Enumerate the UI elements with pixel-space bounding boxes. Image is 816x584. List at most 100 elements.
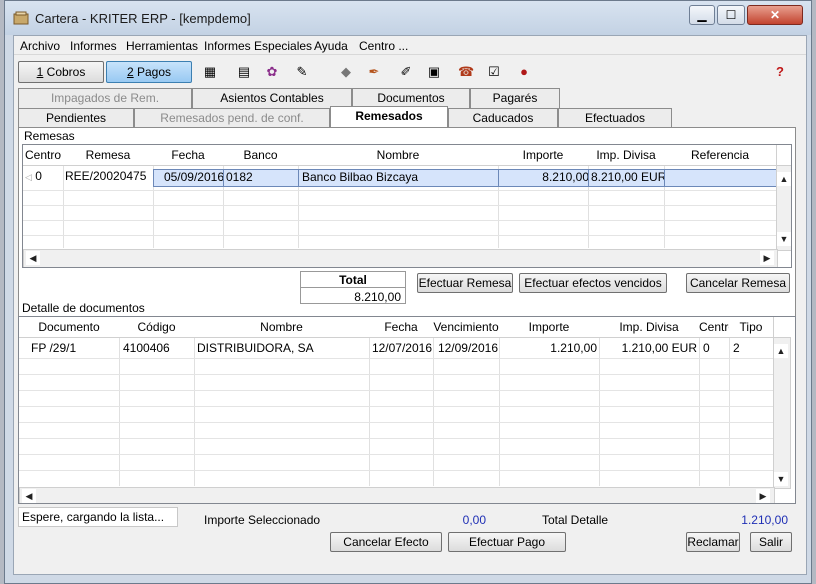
scroll-left-icon[interactable]: ◀: [26, 251, 40, 265]
row-fecha: 05/09/2016: [153, 169, 228, 187]
clipboard-icon[interactable]: ✿: [264, 64, 280, 80]
col-nombre[interactable]: Nombre: [298, 145, 499, 166]
importe-seleccionado-value: 0,00: [462, 513, 486, 527]
scroll-down-icon[interactable]: ▼: [777, 232, 791, 246]
remesas-section-title: Remesas: [24, 129, 75, 143]
scroll-right-icon[interactable]: ▶: [756, 489, 770, 503]
calculator-icon[interactable]: ▤: [236, 64, 252, 80]
total-label: Total: [339, 273, 367, 287]
remesas-grid[interactable]: Centro Remesa Fecha Banco Nombre Importe…: [22, 144, 792, 268]
row-centro-detalle: 0: [703, 341, 710, 355]
tab-pendientes[interactable]: Pendientes: [18, 108, 134, 128]
maximize-button[interactable]: ☐: [717, 5, 745, 25]
window-title: Cartera - KRITER ERP - [kempdemo]: [35, 11, 251, 26]
col-referencia[interactable]: Referencia: [664, 145, 777, 166]
mouse-icon[interactable]: ●: [516, 64, 532, 80]
remesas-hscrollbar[interactable]: ◀ ▶: [23, 249, 778, 267]
col-imp-divisa-detalle[interactable]: Imp. Divisa: [599, 317, 700, 338]
col-vencimiento[interactable]: Vencimiento: [433, 317, 500, 338]
status-box: Espere, cargando la lista...: [18, 507, 178, 527]
total-box: Total 8.210,00: [300, 271, 406, 304]
row-referencia: [664, 169, 778, 187]
scroll-left-icon[interactable]: ◀: [22, 489, 36, 503]
scroll-up-icon[interactable]: ▲: [774, 344, 788, 358]
detalle-section-title: Detalle de documentos: [22, 301, 145, 315]
row-documento: FP /29/1: [31, 341, 77, 355]
tab-remesados[interactable]: Remesados: [330, 106, 448, 128]
menu-ayuda[interactable]: Ayuda: [314, 39, 348, 53]
tab-impagados[interactable]: Impagados de Rem.: [18, 88, 192, 108]
col-importe[interactable]: Importe: [498, 145, 589, 166]
remesas-vscrollbar[interactable]: ▲ ▼: [776, 165, 791, 251]
efectuar-remesa-button[interactable]: Efectuar Remesa: [417, 273, 513, 293]
col-tipo[interactable]: Tipo: [729, 317, 774, 338]
scroll-down-icon[interactable]: ▼: [774, 472, 788, 486]
col-remesa[interactable]: Remesa: [63, 145, 154, 166]
col-centro-detalle[interactable]: Centro: [699, 317, 730, 338]
col-fecha[interactable]: Fecha: [153, 145, 224, 166]
pencil-icon[interactable]: ✐: [398, 64, 414, 80]
scroll-right-icon[interactable]: ▶: [760, 251, 774, 265]
toolbar: 1 Cobros 2 Pagos ▦ ▤ ✿ ✎ ◆ ✒ ✐ ▣ ☎ ☑ ● ?: [14, 56, 806, 88]
col-imp-divisa[interactable]: Imp. Divisa: [588, 145, 665, 166]
menu-herramientas[interactable]: Herramientas: [126, 39, 198, 53]
tab-asientos-contables[interactable]: Asientos Contables: [192, 88, 352, 108]
menu-informes-especiales[interactable]: Informes Especiales: [204, 39, 312, 53]
row-fecha-detalle: 12/07/2016: [371, 341, 432, 355]
col-centro[interactable]: Centro: [23, 145, 64, 166]
col-codigo[interactable]: Código: [119, 317, 195, 338]
row-imp-divisa: 8.210,00 EUR: [588, 169, 668, 187]
detalle-hscrollbar[interactable]: ◀ ▶: [19, 487, 775, 503]
row-importe: 8.210,00: [498, 169, 593, 187]
menu-centro[interactable]: Centro ...: [359, 39, 408, 53]
row-importe-detalle: 1.210,00: [550, 341, 597, 355]
cobros-button[interactable]: 1 Cobros: [18, 61, 104, 83]
checklist-icon[interactable]: ☑: [486, 64, 502, 80]
reclamar-button[interactable]: Reclamar: [686, 532, 740, 552]
tab-remesados-pend[interactable]: Remesados pend. de conf.: [134, 108, 330, 128]
print-icon[interactable]: ☎: [458, 64, 474, 80]
minimize-button[interactable]: ▁: [689, 5, 715, 25]
pen-icon[interactable]: ✒: [366, 64, 382, 80]
cancelar-efecto-button[interactable]: Cancelar Efecto: [330, 532, 442, 552]
col-nombre-detalle[interactable]: Nombre: [194, 317, 370, 338]
eraser-icon[interactable]: ◆: [338, 64, 354, 80]
tab-documentos[interactable]: Documentos: [352, 88, 470, 108]
row-nombre-detalle: DISTRIBUIDORA, SA: [197, 341, 314, 355]
menu-archivo[interactable]: Archivo: [20, 39, 60, 53]
col-importe-detalle[interactable]: Importe: [499, 317, 600, 338]
app-icon: [13, 11, 29, 25]
cancelar-remesa-button[interactable]: Cancelar Remesa: [686, 273, 790, 293]
salir-button[interactable]: Salir: [750, 532, 792, 552]
close-button[interactable]: ✕: [747, 5, 803, 25]
col-banco[interactable]: Banco: [223, 145, 299, 166]
col-documento[interactable]: Documento: [19, 317, 120, 338]
efectuar-vencidos-button[interactable]: Efectuar efectos vencidos: [519, 273, 667, 293]
row-remesa: REE/20020475: [65, 169, 147, 183]
menu-bar: Archivo Informes Herramientas Informes E…: [14, 36, 806, 55]
help-icon[interactable]: ?: [772, 64, 788, 80]
cobros-button-label: Cobros: [43, 65, 86, 79]
list-icon[interactable]: ▣: [426, 64, 442, 80]
row-tipo: 2: [733, 341, 740, 355]
row-banco: 0182: [223, 169, 302, 187]
pagos-button[interactable]: 2 Pagos: [106, 61, 192, 83]
edit-icon[interactable]: ✎: [294, 64, 310, 80]
tab-pagares[interactable]: Pagarés: [470, 88, 560, 108]
status-text: Espere, cargando la lista...: [22, 510, 165, 524]
scroll-up-icon[interactable]: ▲: [777, 172, 791, 186]
tab-efectuados[interactable]: Efectuados: [558, 108, 672, 128]
pagos-button-accel: 2: [126, 65, 134, 79]
row-centro-value: 0: [35, 169, 42, 183]
tab-caducados[interactable]: Caducados: [448, 108, 558, 128]
detalle-grid[interactable]: Documento Código Nombre Fecha Vencimient…: [18, 316, 796, 504]
efectuar-pago-button[interactable]: Efectuar Pago: [448, 532, 566, 552]
menu-informes[interactable]: Informes: [70, 39, 117, 53]
table-icon[interactable]: ▦: [202, 64, 218, 80]
col-fecha-detalle[interactable]: Fecha: [369, 317, 434, 338]
row-centro: ◁ 0: [25, 169, 42, 183]
row-codigo: 4100406: [123, 341, 170, 355]
app-window: Cartera - KRITER ERP - [kempdemo] ▁ ☐ ✕ …: [4, 0, 812, 584]
detalle-vscrollbar[interactable]: ▲ ▼: [773, 337, 791, 489]
importe-seleccionado-label: Importe Seleccionado: [204, 513, 321, 527]
